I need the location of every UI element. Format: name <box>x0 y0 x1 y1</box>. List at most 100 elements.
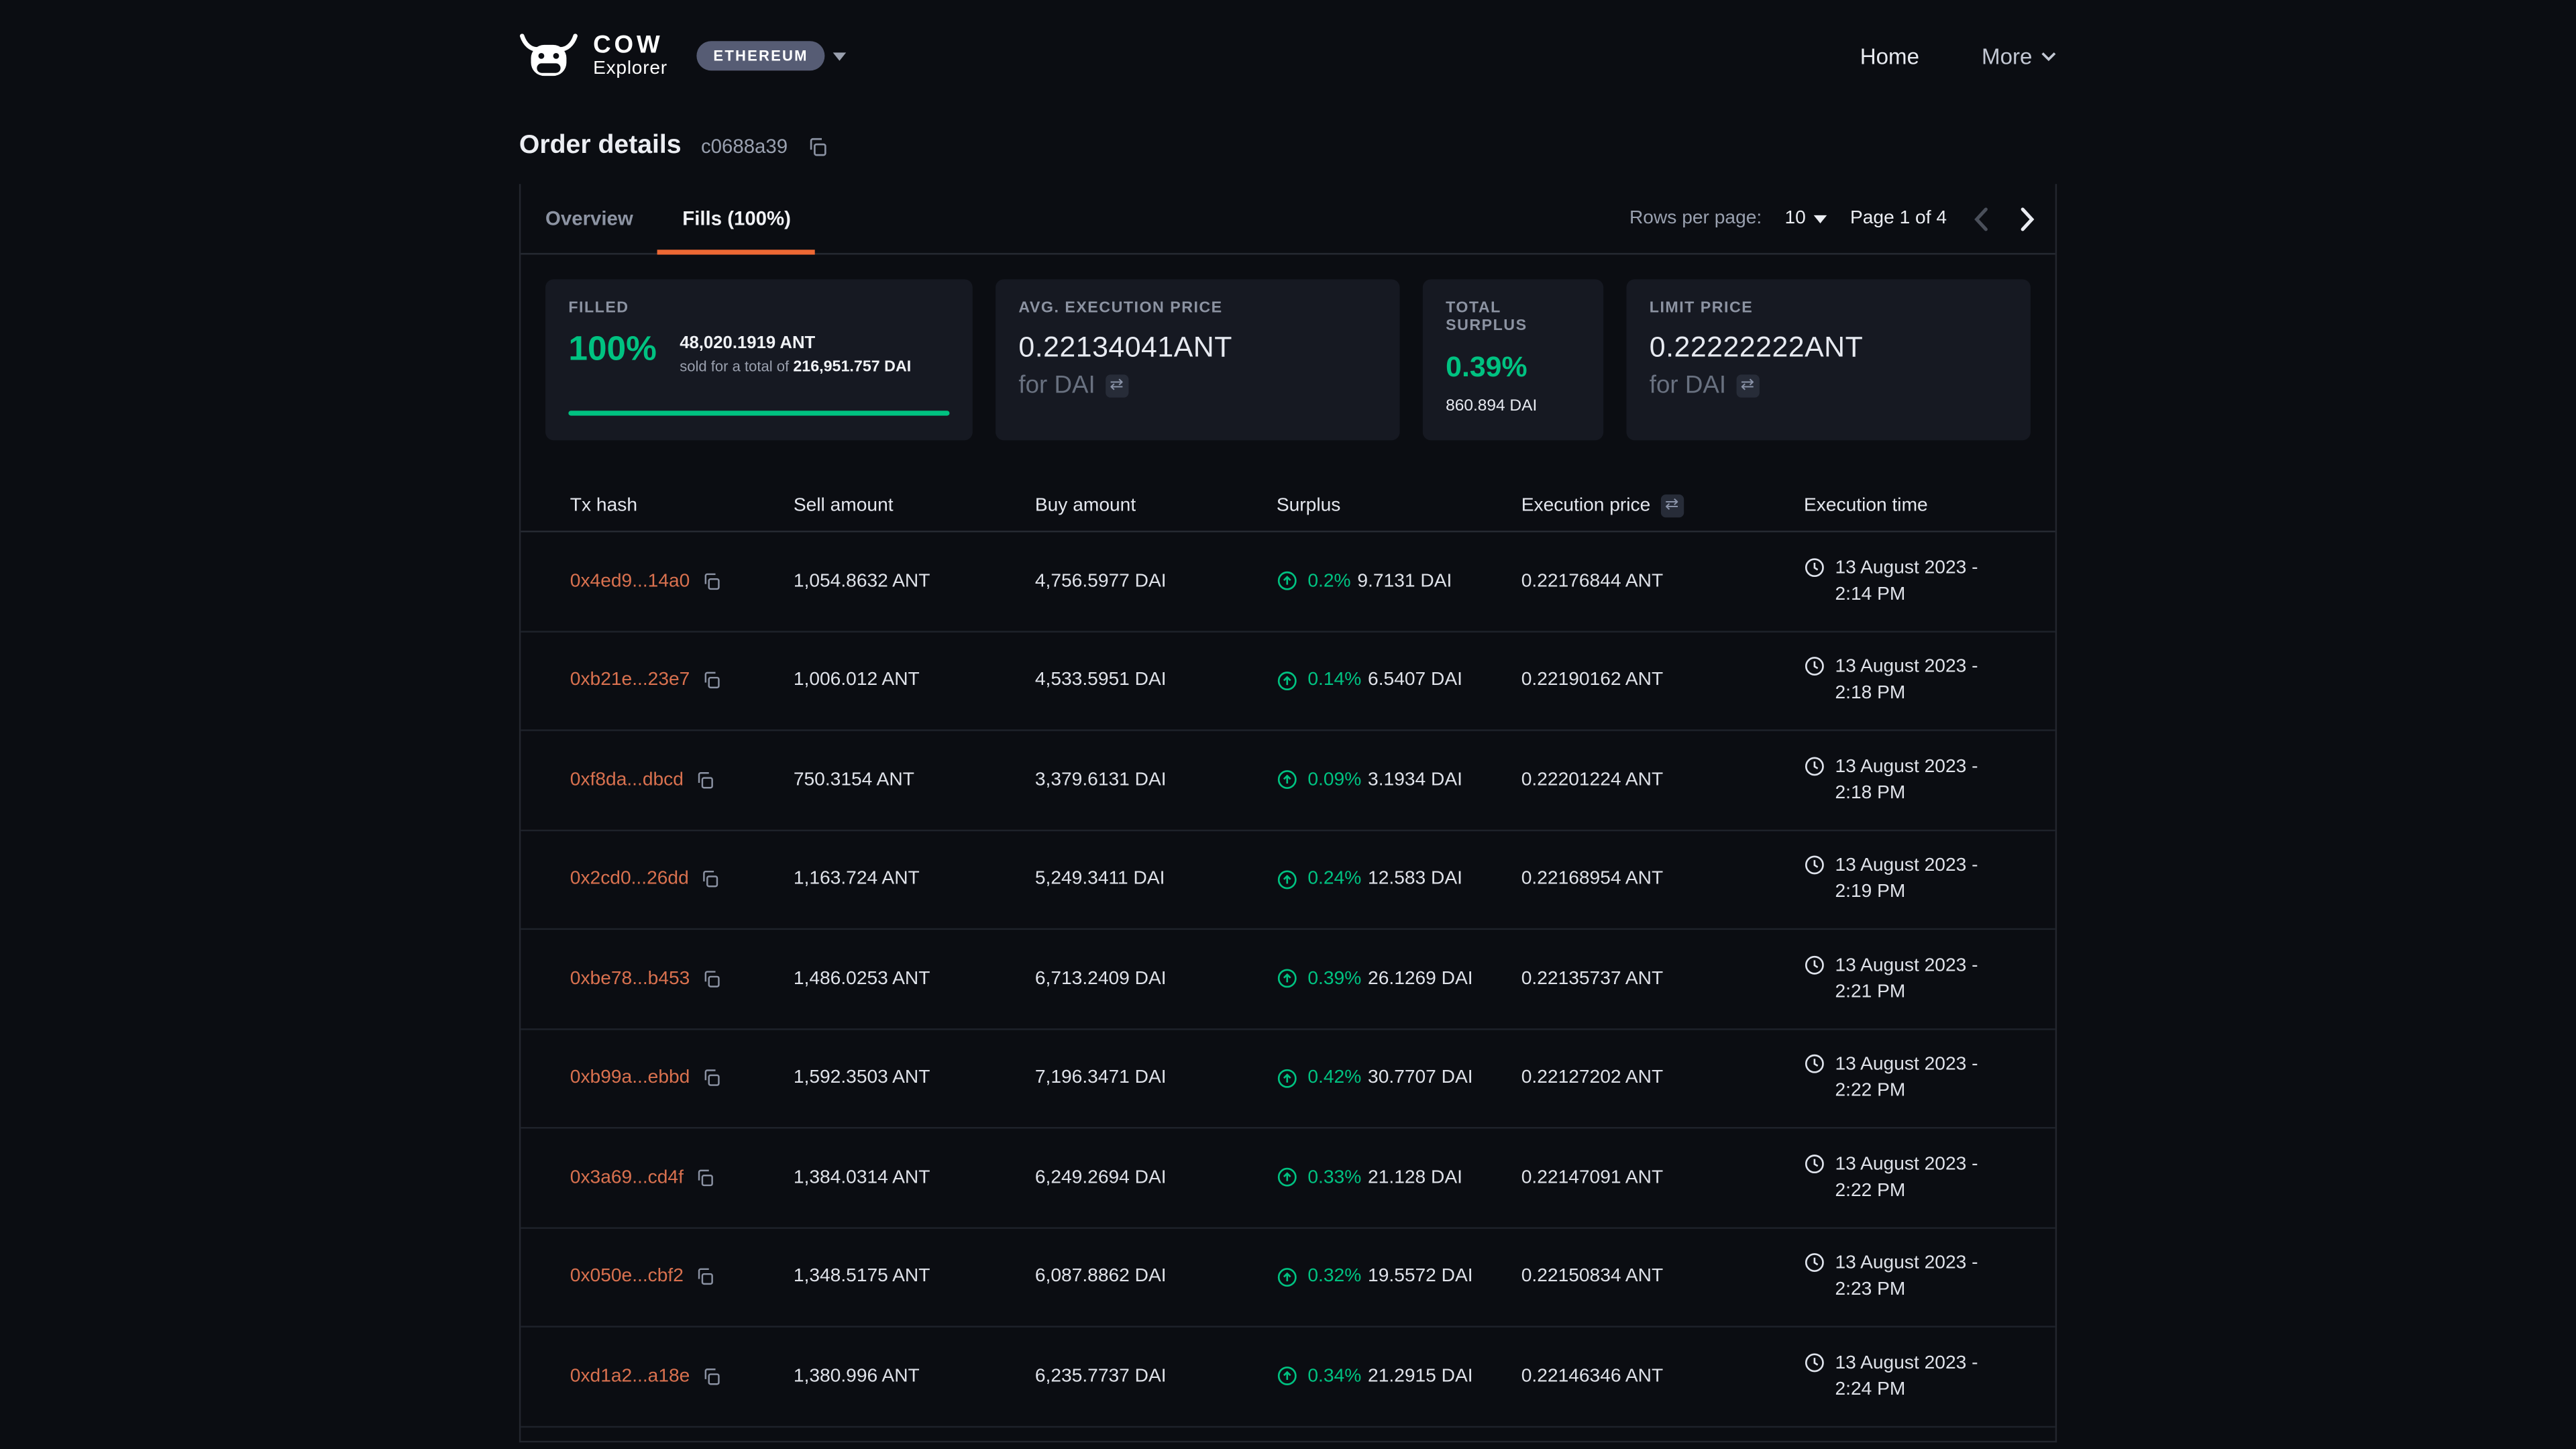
surplus-cell: 0.39% 26.1269 DAI <box>1277 968 1521 989</box>
arrow-up-circle-icon <box>1277 1067 1298 1089</box>
sell-amount-cell: 1,380.996 ANT <box>794 1366 1035 1386</box>
nav-more[interactable]: More <box>1982 44 2057 68</box>
copy-tx-hash-button[interactable] <box>701 671 720 690</box>
next-page-button[interactable] <box>2016 206 2039 231</box>
invert-price-button[interactable]: ⇄ <box>1105 374 1128 396</box>
limit-price-value: 0.22222222ANT <box>1650 330 2008 364</box>
chevron-down-icon <box>2041 50 2057 62</box>
tx-hash-cell: 0x2cd0...26dd <box>570 869 794 889</box>
invert-price-button[interactable]: ⇄ <box>1736 374 1759 396</box>
execution-time-text: 13 August 2023 - 2:18 PM <box>1835 654 1986 707</box>
table-row: 0x2cd0...26dd 1,163.724 ANT 5,249.3411 D… <box>521 830 2055 930</box>
arrow-up-circle-icon <box>1277 869 1298 890</box>
tab-overview[interactable]: Overview <box>521 184 657 253</box>
filled-card: FILLED 100% 48,020.1919 ANT sold for a t… <box>545 279 973 440</box>
filled-amount: 48,020.1919 ANT <box>680 333 815 353</box>
surplus-amount: 19.5572 DAI <box>1368 1267 1473 1287</box>
avg-execution-price-card: AVG. EXECUTION PRICE 0.22134041ANT for D… <box>996 279 1399 440</box>
copy-tx-hash-button[interactable] <box>695 1168 714 1187</box>
clock-icon <box>1804 855 1825 876</box>
execution-price-cell: 0.22127202 ANT <box>1521 1068 1804 1087</box>
tab-fills[interactable]: Fills (100%) <box>658 184 816 253</box>
tx-hash-cell: 0x050e...cbf2 <box>570 1267 794 1287</box>
sell-amount-cell: 1,054.8632 ANT <box>794 572 1035 591</box>
cow-logo-icon <box>519 32 578 80</box>
execution-time-cell: 13 August 2023 - 2:22 PM <box>1804 1151 2032 1204</box>
execution-price-cell: 0.22201224 ANT <box>1521 770 1804 790</box>
surplus-cell: 0.42%30.7707 DAI <box>1277 1067 1521 1089</box>
surplus-cell: 0.32%19.5572 DAI <box>1277 1267 1521 1288</box>
arrow-up-circle-icon <box>1277 570 1298 592</box>
copy-tx-hash-button[interactable] <box>695 1267 714 1287</box>
surplus-amount: 12.583 DAI <box>1368 869 1462 889</box>
copy-tx-hash-button[interactable] <box>701 1068 720 1087</box>
execution-time-text: 13 August 2023 - 2:18 PM <box>1835 753 1986 806</box>
arrow-up-circle-icon <box>1277 670 1298 692</box>
pagination-controls: Rows per page: 10 Page 1 of 4 <box>1629 184 2055 253</box>
surplus-percent: 0.39% <box>1307 969 1361 988</box>
buy-amount-cell: 6,249.2694 DAI <box>1035 1168 1277 1187</box>
sell-amount-cell: 1,348.5175 ANT <box>794 1267 1035 1287</box>
tx-hash-link[interactable]: 0x3a69...cd4f <box>570 1168 684 1187</box>
table-row: 0x050e...cbf2 1,348.5175 ANT 6,087.8862 … <box>521 1228 2055 1328</box>
copy-icon <box>701 1068 720 1087</box>
buy-amount-cell: 7,196.3471 DAI <box>1035 1068 1277 1087</box>
copy-tx-hash-button[interactable] <box>701 572 720 591</box>
main-nav: Home More <box>1860 44 2057 68</box>
execution-time-text: 13 August 2023 - 2:22 PM <box>1835 1151 1986 1204</box>
copy-icon <box>701 572 720 591</box>
surplus-percent: 0.09% <box>1307 770 1361 790</box>
avg-execution-price-unit: for DAI <box>1018 371 1095 399</box>
table-row: 0x4ed9...14a0 1,054.8632 ANT 4,756.5977 … <box>521 532 2055 631</box>
invert-price-button[interactable]: ⇄ <box>1660 494 1683 517</box>
tx-hash-link[interactable]: 0xd1a2...a18e <box>570 1366 690 1386</box>
avg-execution-price-label: AVG. EXECUTION PRICE <box>1018 299 1377 317</box>
caret-down-icon <box>1814 215 1827 223</box>
network-badge[interactable]: ETHEREUM <box>697 41 824 70</box>
cow-explorer-logo[interactable]: COW Explorer <box>519 32 667 80</box>
total-surplus-amount: 860.894 DAI <box>1446 398 1580 416</box>
surplus-amount: 21.2915 DAI <box>1368 1366 1473 1386</box>
network-selector[interactable]: ETHEREUM <box>697 41 846 70</box>
tx-hash-link[interactable]: 0xb99a...ebbd <box>570 1068 690 1087</box>
execution-price-cell: 0.22146346 ANT <box>1521 1366 1804 1386</box>
tx-hash-link[interactable]: 0x2cd0...26dd <box>570 869 689 889</box>
tx-hash-link[interactable]: 0x4ed9...14a0 <box>570 572 690 591</box>
tx-hash-link[interactable]: 0xf8da...dbcd <box>570 770 684 790</box>
tx-hash-link[interactable]: 0xb21e...23e7 <box>570 671 690 690</box>
execution-time-cell: 13 August 2023 - 2:24 PM <box>1804 1350 2032 1403</box>
copy-tx-hash-button[interactable] <box>701 1366 720 1386</box>
buy-amount-cell: 3,379.6131 DAI <box>1035 770 1277 790</box>
arrow-up-circle-icon <box>1277 1167 1298 1188</box>
column-execution-price-label: Execution price <box>1521 495 1651 515</box>
column-execution-time: Execution time <box>1804 495 2032 515</box>
arrow-up-circle-icon <box>1277 968 1298 989</box>
filled-sold-prefix: sold for a total of <box>680 358 789 374</box>
surplus-amount: 26.1269 DAI <box>1368 969 1473 988</box>
copy-tx-hash-button[interactable] <box>701 969 720 988</box>
buy-amount-cell: 5,249.3411 DAI <box>1035 869 1277 889</box>
rows-per-page-select[interactable]: 10 <box>1785 209 1827 228</box>
tx-hash-cell: 0xb99a...ebbd <box>570 1068 794 1087</box>
execution-time-cell: 13 August 2023 - 2:22 PM <box>1804 1052 2032 1105</box>
previous-page-button[interactable] <box>1970 206 1992 231</box>
column-tx-hash: Tx hash <box>570 495 794 515</box>
tx-hash-link[interactable]: 0x050e...cbf2 <box>570 1267 684 1287</box>
tx-hash-link[interactable]: 0xbe78...b453 <box>570 969 690 988</box>
surplus-percent: 0.2% <box>1307 572 1350 591</box>
surplus-amount: 6.5407 DAI <box>1368 671 1462 690</box>
copy-icon <box>701 969 720 988</box>
copy-order-id-button[interactable] <box>807 136 828 157</box>
copy-tx-hash-button[interactable] <box>700 869 720 889</box>
order-id: c0688a39 <box>701 135 788 158</box>
table-row: 0xb99a...ebbd 1,592.3503 ANT 7,196.3471 … <box>521 1029 2055 1128</box>
table-row: 0xd1a2...a18e 1,380.996 ANT 6,235.7737 D… <box>521 1328 2055 1427</box>
copy-tx-hash-button[interactable] <box>695 770 714 790</box>
tx-hash-cell: 0xf8da...dbcd <box>570 770 794 790</box>
execution-time-cell: 13 August 2023 - 2:19 PM <box>1804 853 2032 906</box>
chevron-right-icon <box>2019 206 2035 231</box>
order-details-panel: Overview Fills (100%) Rows per page: 10 … <box>519 184 2057 1442</box>
stats-cards: FILLED 100% 48,020.1919 ANT sold for a t… <box>521 255 2055 457</box>
filled-progress-bar <box>568 411 949 415</box>
nav-home[interactable]: Home <box>1860 44 1919 68</box>
